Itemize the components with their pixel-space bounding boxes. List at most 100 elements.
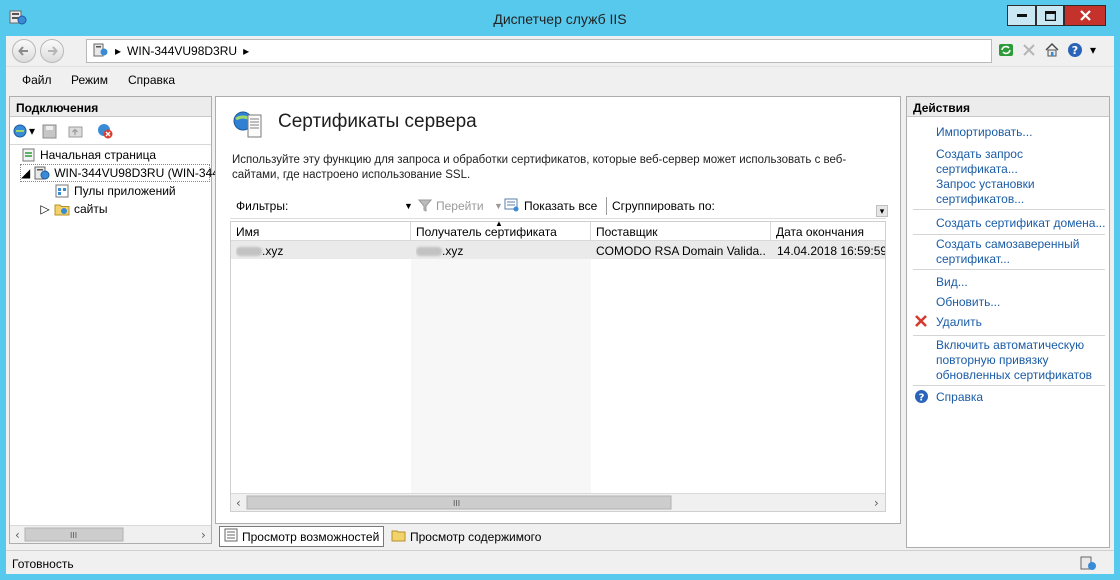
chevron-down-icon[interactable]: ▼ [404,201,413,211]
minimize-button[interactable] [1007,5,1036,26]
table-row[interactable]: .xyz .xyz COMODO RSA Domain Valida... 14… [231,241,885,259]
expand-icon[interactable]: ▷ [40,201,50,217]
actions-panel: Действия Импортировать... Создать запрос… [906,96,1110,548]
sorted-column-shade [411,241,591,494]
column-header-expires[interactable]: Дата окончания [771,222,885,241]
certificates-list: Имя Получатель сертификата Поставщик Дат… [230,219,886,512]
sort-ascending-icon: ▲ [495,219,503,228]
tree-item-start-page[interactable]: Начальная страница [20,146,156,164]
menu-file[interactable]: Файл [22,73,52,87]
collapse-icon[interactable]: ◢ [21,165,30,181]
connections-toolbar: ▾ [10,117,211,145]
menu-view[interactable]: Режим [71,73,108,87]
tab-features-view[interactable]: Просмотр возможностей [219,526,385,547]
svg-text:›: › [201,528,206,542]
tree-label-server: WIN-344VU98D3RU (WIN-344 [54,166,219,180]
action-create-self-signed[interactable]: Создать самозаверенный сертификат... [936,237,1096,267]
show-all-icon [504,198,520,215]
iis-manager-window: Диспетчер служб IIS ▸ WIN-344VU98D3RU ▸ [0,0,1120,580]
svg-text:III: III [70,531,77,540]
svg-text:›: › [874,496,879,510]
filter-go-icon[interactable] [417,198,433,215]
action-divider [913,335,1105,336]
chevron-right-icon[interactable]: ▸ [115,44,121,58]
tab-content-label: Просмотр содержимого [410,529,542,544]
column-header-issuer[interactable]: Поставщик [591,222,771,241]
action-complete-request[interactable]: Запрос установки сертификатов... [936,177,1066,207]
chevron-down-icon[interactable]: ▾ [1088,40,1098,59]
chevron-down-icon[interactable]: ▼ [494,201,503,211]
action-create-domain-cert[interactable]: Создать сертификат домена... [936,216,1106,231]
tree-label-start-page: Начальная страница [40,148,157,162]
delete-icon [914,314,928,331]
cell-issuer: COMODO RSA Domain Valida... [596,244,766,258]
action-renew[interactable]: Обновить... [936,295,1106,310]
chevron-down-icon[interactable]: ▾ [28,122,36,140]
action-help[interactable]: Справка [936,390,1106,405]
menu-help[interactable]: Справка [128,73,175,87]
cell-name-text: .xyz [262,244,284,258]
feature-page: Сертификаты сервера Используйте эту функ… [215,96,901,524]
cell-subject-text: .xyz [442,244,464,258]
up-level-icon[interactable] [67,122,85,140]
home-icon[interactable] [1042,40,1061,59]
action-divider [913,209,1105,210]
action-view[interactable]: Вид... [936,275,1106,290]
address-toolbar-icons: ? ▾ [996,40,1098,59]
tab-features-label: Просмотр возможностей [242,529,380,544]
app-pools-icon [54,183,70,199]
action-import[interactable]: Импортировать... [936,125,1106,140]
action-divider [913,385,1105,386]
back-button[interactable] [12,39,36,63]
list-header: Имя Получатель сертификата Поставщик Дат… [231,219,885,241]
group-by-button[interactable]: Сгруппировать по: [612,199,715,213]
filter-bar: Фильтры: ▼ Перейти ▼ Показать все Сгрупп… [230,193,888,219]
action-divider [913,234,1105,235]
action-auto-rebind[interactable]: Включить автоматическую повторную привяз… [936,338,1096,383]
redacted-mark [416,247,442,257]
tree-item-server[interactable]: ◢ WIN-344VU98D3RU (WIN-344 [20,164,219,182]
help-icon[interactable]: ? [1065,40,1084,59]
stop-icon[interactable] [1019,40,1038,59]
address-segment-server[interactable]: WIN-344VU98D3RU [127,44,237,58]
go-button[interactable]: Перейти [436,199,484,213]
folder-icon [54,201,70,217]
connections-panel: Подключения ▾ Начальная страница ◢ WIN-3… [9,96,219,544]
tree-label-sites: сайты [74,202,108,216]
tree-item-sites[interactable]: ▷ сайты [40,200,108,218]
cell-name: .xyz [236,244,406,258]
svg-text:‹: ‹ [15,528,20,542]
list-scrollbar[interactable]: ‹ III › [231,493,885,511]
view-tabs: Просмотр возможностей Просмотр содержимо… [215,526,901,548]
save-icon[interactable] [40,122,58,140]
svg-text:?: ? [1071,44,1077,57]
address-bar[interactable]: ▸ WIN-344VU98D3RU ▸ [86,39,992,63]
action-create-request[interactable]: Создать запрос сертификата... [936,147,1066,177]
tree-label-app-pools: Пулы приложений [74,184,176,198]
action-remove[interactable]: Удалить [936,315,1106,330]
disconnect-icon[interactable] [96,122,114,140]
svg-text:‹: ‹ [236,496,241,510]
server-icon [93,43,109,60]
status-server-icon [1080,555,1098,574]
connections-scrollbar[interactable]: ‹ III › [10,525,211,543]
action-divider [913,269,1105,270]
column-header-name[interactable]: Имя [231,222,411,241]
cell-expires: 14.04.2018 16:59:59 [777,244,885,258]
content-view-icon [391,528,406,545]
tab-content-view[interactable]: Просмотр содержимого [387,526,545,547]
filter-input[interactable] [296,197,416,213]
status-text: Готовность [12,557,74,571]
maximize-button[interactable] [1036,5,1064,26]
actions-header: Действия [907,97,1109,117]
show-all-button[interactable]: Показать все [524,199,597,213]
status-bar: Готовность [6,550,1114,574]
filter-separator [606,197,607,215]
refresh-icon[interactable] [996,40,1015,59]
chevron-right-icon[interactable]: ▸ [243,44,249,58]
svg-text:?: ? [919,393,925,404]
close-button[interactable] [1064,5,1106,26]
toolbar-overflow-icon[interactable]: ▾ [876,205,888,217]
tree-item-app-pools[interactable]: Пулы приложений [54,182,176,200]
forward-button[interactable] [40,39,64,63]
